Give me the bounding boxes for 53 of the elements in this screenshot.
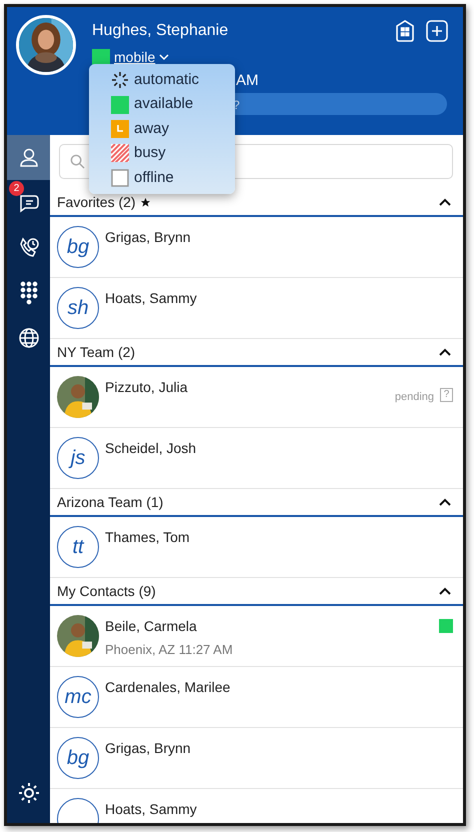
contact-name: Pizzuto, Julia — [105, 378, 188, 397]
contact-row[interactable]: Beile, Carmela Phoenix, AZ 11:27 AM — [50, 606, 463, 667]
status-option[interactable]: automatic — [111, 68, 200, 92]
contact-name: Beile, Carmela — [105, 617, 198, 636]
contact-name: Grigas, Brynn — [105, 228, 192, 247]
contact-name: Thames, Tom — [105, 528, 191, 547]
status-option[interactable]: available — [111, 92, 194, 117]
contact-row[interactable]: mc Cardenales, Marilee — [50, 667, 463, 728]
contact-row[interactable]: sh Hoats, Sammy — [50, 278, 463, 339]
globe-icon — [16, 326, 40, 350]
gear-icon — [16, 780, 40, 804]
automatic-status-icon — [111, 71, 129, 90]
status-option[interactable]: offline — [111, 166, 174, 190]
help-mark: ? — [440, 388, 453, 402]
busy-status-icon — [111, 144, 129, 162]
location-time: AM — [236, 71, 258, 91]
contact-name: Cardenales, Marilee — [105, 678, 232, 697]
contact-row[interactable]: js Scheidel, Josh — [50, 428, 463, 489]
group-header[interactable]: My Contacts (9) — [50, 578, 463, 606]
add-button[interactable] — [425, 19, 449, 43]
caret-icon — [159, 54, 170, 61]
group-header[interactable]: NY Team (2) — [50, 339, 463, 367]
initials-avatar: tt — [57, 526, 99, 568]
contact-row[interactable]: bg Grigas, Brynn — [50, 728, 463, 789]
contact-row[interactable]: Pizzuto, Julia pending ? — [50, 367, 463, 428]
status-option[interactable]: busy — [111, 141, 166, 166]
group-header[interactable]: Favorites (2) — [50, 189, 463, 217]
contact-location-time: Phoenix, AZ 11:27 AM — [105, 641, 234, 659]
unread-badge: 2 — [9, 181, 24, 196]
apps-icon[interactable] — [393, 19, 417, 43]
contact-name: Scheidel, Josh — [105, 439, 198, 458]
user-name: Hughes, Stephanie — [92, 21, 228, 41]
initials-avatar: sh — [57, 287, 99, 329]
contact-row[interactable]: tt Thames, Tom — [50, 517, 463, 578]
contact-row[interactable]: bg Grigas, Brynn — [50, 217, 463, 278]
pending-label: pending — [394, 390, 434, 405]
initials-avatar: mc — [57, 676, 99, 718]
available-status-icon — [111, 96, 129, 114]
initials-avatar: bg — [57, 737, 99, 779]
group-header[interactable]: Arizona Team (1) — [50, 489, 463, 517]
contact-name: Grigas, Brynn — [105, 739, 192, 758]
initials-avatar: bg — [57, 226, 99, 268]
available-status-icon — [439, 619, 453, 633]
status-option[interactable]: away — [111, 116, 170, 142]
contact-row[interactable]: Hoats, Sammy — [50, 789, 463, 823]
initials-avatar: js — [57, 437, 99, 479]
contact-name: Hoats, Sammy — [105, 800, 198, 819]
device-dropdown[interactable]: mobile — [114, 47, 170, 68]
search-icon — [70, 154, 85, 169]
sidebar-tab[interactable]: 2 — [7, 180, 50, 225]
away-status-icon — [111, 120, 129, 138]
contact-name: Hoats, Sammy — [105, 289, 198, 308]
offline-status-icon — [111, 168, 129, 187]
